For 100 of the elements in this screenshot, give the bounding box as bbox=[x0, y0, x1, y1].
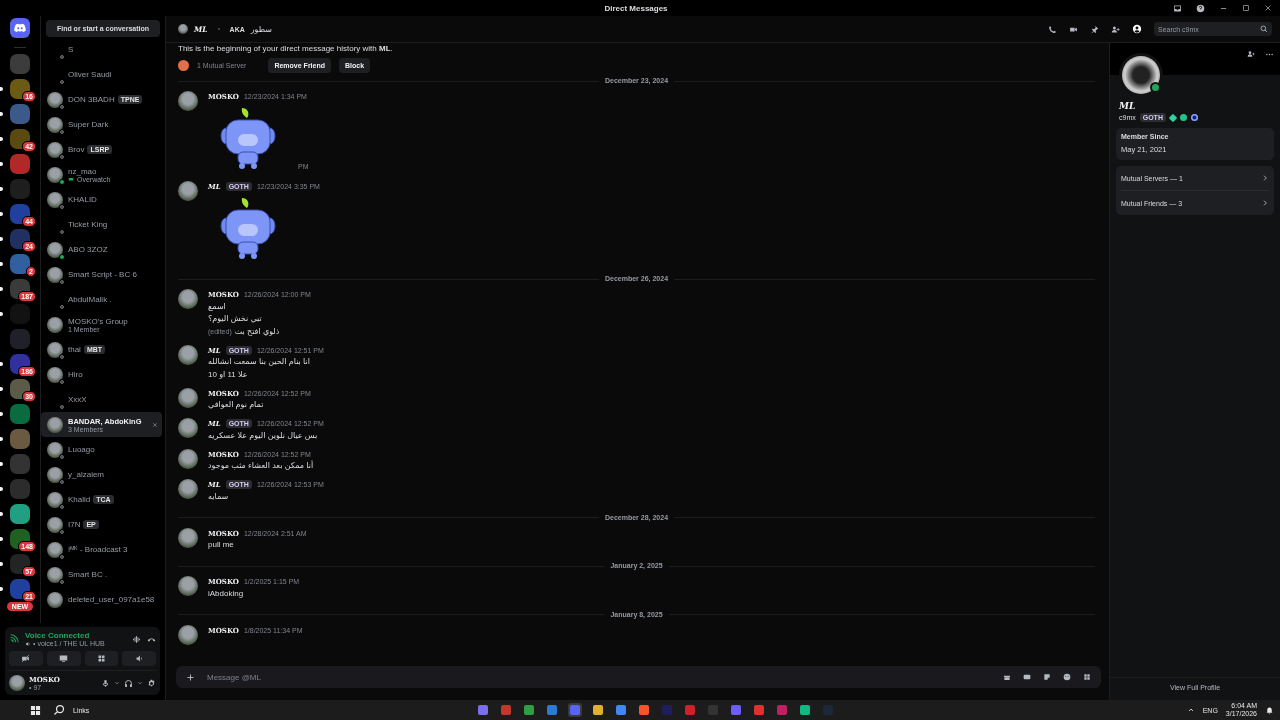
help-icon[interactable] bbox=[1196, 3, 1205, 13]
contact-name: XxxX bbox=[68, 395, 87, 404]
message-text: تبي نخش اليوم؟ bbox=[208, 314, 262, 324]
plus-icon[interactable] bbox=[186, 672, 195, 682]
apps-icon[interactable] bbox=[1083, 673, 1091, 681]
contact-name: AbdulMalik . bbox=[68, 295, 112, 304]
sticker-icon[interactable] bbox=[1043, 673, 1051, 681]
contact-name: Brov bbox=[68, 145, 85, 154]
dm-item[interactable]: AbdulMalik . bbox=[41, 287, 162, 312]
contact-name: deleted_user_097a1e58 bbox=[68, 595, 155, 604]
activity-button[interactable] bbox=[84, 651, 119, 666]
dm-item[interactable]: ABO 3ZOZ bbox=[41, 237, 162, 262]
avatar bbox=[178, 527, 198, 548]
app-icon[interactable] bbox=[614, 703, 628, 717]
message-text: اسمع bbox=[208, 301, 226, 311]
app-icon[interactable] bbox=[752, 703, 766, 717]
contact-name: y_alzaiem bbox=[68, 470, 104, 479]
microphone-icon[interactable] bbox=[101, 678, 110, 688]
message-text: أنا ممكن بعد العشاء مثب موجود bbox=[208, 461, 314, 471]
contact-name: I7N bbox=[68, 520, 81, 529]
dm-item[interactable]: XxxX bbox=[41, 387, 162, 412]
chevron-icon bbox=[1261, 174, 1269, 182]
avatar bbox=[178, 24, 188, 34]
search-icon bbox=[53, 704, 65, 716]
avatar bbox=[178, 387, 198, 408]
window-title: Direct Messages bbox=[604, 3, 668, 13]
search-icon bbox=[1260, 25, 1268, 33]
message-field[interactable]: Message @ML bbox=[207, 671, 991, 683]
app-icon[interactable] bbox=[798, 703, 812, 717]
screen-share-button[interactable] bbox=[46, 651, 81, 666]
app-icon[interactable] bbox=[522, 703, 536, 717]
avatar bbox=[1122, 56, 1160, 94]
display-name: ML bbox=[1119, 101, 1137, 111]
app-icon[interactable] bbox=[637, 703, 651, 717]
app-icon[interactable] bbox=[729, 703, 743, 717]
avatar bbox=[178, 624, 198, 645]
nickname: سطور bbox=[250, 24, 272, 34]
screen-share-icon bbox=[59, 654, 69, 663]
inbox-icon[interactable] bbox=[1173, 3, 1182, 13]
app-icon[interactable] bbox=[591, 703, 605, 717]
message-text: انا بنام الحين بنا سمعت انشالله bbox=[208, 357, 310, 367]
avatar bbox=[178, 448, 198, 469]
game-icon bbox=[68, 176, 74, 182]
add-friend-icon[interactable] bbox=[1111, 24, 1120, 34]
close-icon[interactable] bbox=[1264, 4, 1272, 12]
gif-icon[interactable] bbox=[1023, 673, 1031, 681]
pin-icon[interactable] bbox=[1090, 24, 1099, 34]
settings-icon[interactable] bbox=[147, 678, 156, 688]
headset-icon[interactable] bbox=[124, 678, 133, 688]
activity-icon bbox=[96, 654, 106, 663]
voice-status: Voice Connected bbox=[25, 631, 91, 640]
caret-icon[interactable] bbox=[114, 680, 120, 686]
phone-icon[interactable] bbox=[1048, 24, 1057, 34]
dm-item[interactable]: deleted_user_097a1e58 bbox=[41, 587, 162, 612]
home-button[interactable] bbox=[10, 18, 30, 38]
message-text: ذلوي افتح بث bbox=[234, 326, 280, 336]
camera-off-icon bbox=[21, 654, 31, 663]
chevron-icon bbox=[1261, 199, 1269, 207]
dm-item[interactable]: Ticket King bbox=[41, 212, 162, 237]
contact-name: Oliver Saudi bbox=[68, 70, 112, 79]
dm-item[interactable]: S bbox=[41, 37, 162, 62]
app-icon[interactable] bbox=[476, 703, 490, 717]
soundboard-button[interactable] bbox=[122, 651, 156, 666]
contact-name: ABO 3ZOZ bbox=[68, 245, 108, 254]
contact-name: S bbox=[68, 45, 74, 54]
avatar bbox=[178, 91, 198, 111]
close-icon[interactable] bbox=[152, 421, 158, 428]
contact-name: Smart Script - BC 6 bbox=[68, 270, 137, 279]
gift-icon[interactable] bbox=[1003, 673, 1011, 681]
emoji-icon[interactable] bbox=[1063, 673, 1071, 681]
speaker-icon bbox=[25, 640, 31, 647]
contact-name: thal bbox=[68, 345, 81, 354]
message-text: علا 11 او 10 bbox=[208, 369, 248, 379]
camera-off-button[interactable] bbox=[9, 651, 43, 666]
signal-icon bbox=[9, 634, 19, 644]
message-text: pull me bbox=[208, 540, 234, 550]
windows-start-icon[interactable] bbox=[30, 704, 41, 716]
contact-name: DON 3BADH bbox=[68, 95, 115, 104]
discord-logo-icon bbox=[13, 21, 27, 35]
chevron-up-icon[interactable] bbox=[1186, 706, 1195, 714]
contact-name: !ᴹᴷ - Broadcast 3 bbox=[68, 545, 128, 554]
message-text: iAbdoking bbox=[208, 588, 244, 598]
avatar bbox=[178, 576, 198, 596]
add-friend-icon[interactable] bbox=[1247, 50, 1255, 58]
avatar bbox=[178, 344, 198, 365]
maximize-icon[interactable] bbox=[1242, 4, 1250, 12]
contact-name: nz_mao bbox=[68, 166, 97, 176]
dm-item[interactable]: Oliver Saudi bbox=[41, 62, 162, 87]
noise-icon[interactable] bbox=[132, 634, 141, 644]
dm-item[interactable]: !ᴹᴷ - Broadcast 3 bbox=[41, 537, 162, 562]
notification-icon[interactable] bbox=[1265, 705, 1274, 715]
dm-item[interactable]: KHALID bbox=[41, 187, 162, 212]
app-icon[interactable] bbox=[545, 703, 559, 717]
message-text: بس عيال نلوين اليوم علا عسكريه bbox=[208, 430, 318, 440]
intro-text: This is the beginning of your direct message history with ML. bbox=[178, 44, 394, 53]
profile-icon[interactable] bbox=[1132, 24, 1142, 34]
server-icon[interactable] bbox=[10, 503, 30, 524]
message-composer[interactable]: Message @ML bbox=[176, 666, 1101, 688]
caret-icon[interactable] bbox=[137, 680, 143, 686]
avatar bbox=[178, 479, 198, 499]
